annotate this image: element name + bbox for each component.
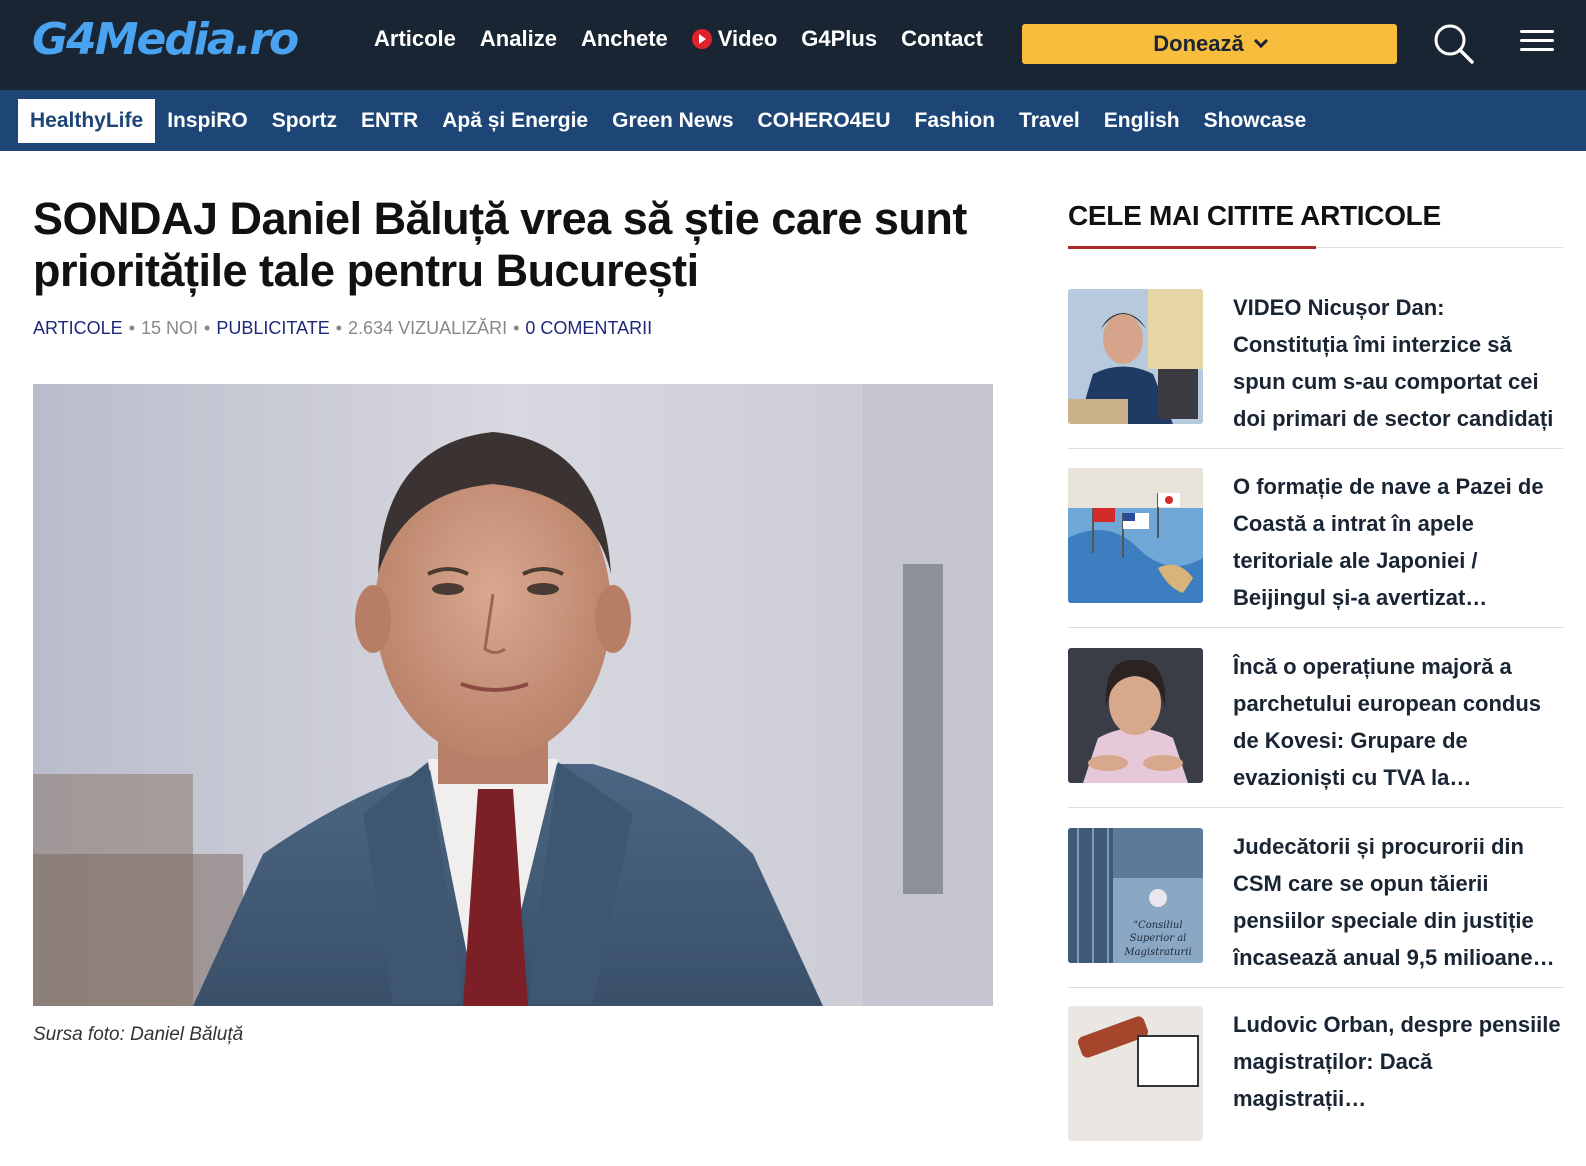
sidebar-title: CELE MAI CITITE ARTICOLE (1068, 200, 1441, 231)
article-hero-photo (33, 384, 993, 1006)
most-read-title[interactable]: Ludovic Orban, despre pensiile magistraț… (1233, 1006, 1563, 1154)
sidebar-title-accent (1068, 246, 1316, 249)
meta-comments-link[interactable]: 0 COMENTARII (525, 318, 652, 339)
photo-caption: Sursa foto: Daniel Băluță (33, 1024, 244, 1045)
chevron-down-icon (1253, 33, 1268, 49)
article-thumbnail[interactable]: "Consiliul Superior al Magistraturii (1068, 828, 1203, 963)
most-read-title[interactable]: O formație de nave a Pazei de Coastă a i… (1233, 468, 1563, 616)
thumb-inscription-line3: Magistraturii (1123, 947, 1191, 958)
meta-category-link[interactable]: ARTICOLE (33, 318, 123, 339)
section-nav-bar: HealthyLife InspiRO Sportz ENTR Apă și E… (0, 90, 1586, 151)
section-inspiro[interactable]: InspiRO (155, 99, 260, 143)
nav-g4plus[interactable]: G4Plus (801, 26, 877, 52)
thumb-inscription-line2: Superior al (1130, 933, 1187, 944)
nav-analize[interactable]: Analize (480, 26, 557, 52)
section-cohero4eu[interactable]: COHERO4EU (746, 99, 903, 143)
meta-separator: • (128, 318, 136, 338)
section-green-news[interactable]: Green News (600, 99, 745, 143)
article-thumbnail[interactable] (1068, 289, 1203, 424)
meta-separator: • (513, 318, 520, 338)
section-nav: HealthyLife InspiRO Sportz ENTR Apă și E… (18, 99, 1318, 143)
donate-button[interactable]: Donează (1022, 24, 1397, 64)
article-thumbnail[interactable] (1068, 468, 1203, 603)
nav-video-label: Video (717, 26, 778, 51)
meta-separator: • (204, 318, 211, 338)
section-travel[interactable]: Travel (1007, 99, 1092, 143)
site-logo[interactable]: G4Media.ro (32, 14, 299, 65)
most-read-item[interactable]: O formație de nave a Pazei de Coastă a i… (1068, 468, 1563, 628)
nav-video[interactable]: Video (691, 26, 778, 52)
article-meta: ARTICOLE • 15 NOI • PUBLICITATE • 2.634 … (33, 318, 652, 339)
nav-contact[interactable]: Contact (901, 26, 983, 52)
top-header: G4Media.ro Articole Analize Anchete Vide… (0, 0, 1586, 90)
meta-views: 2.634 VIZUALIZĂRI (348, 318, 508, 338)
nav-anchete[interactable]: Anchete (581, 26, 668, 52)
section-healthylife[interactable]: HealthyLife (18, 99, 156, 143)
section-sportz[interactable]: Sportz (260, 99, 349, 143)
nav-articole[interactable]: Articole (374, 26, 456, 52)
donate-label: Donează (1153, 31, 1244, 56)
section-apa-energie[interactable]: Apă și Energie (430, 99, 600, 143)
section-english[interactable]: English (1092, 99, 1192, 143)
search-icon[interactable] (1432, 22, 1476, 66)
article-title: SONDAJ Daniel Băluță vrea să știe care s… (33, 193, 967, 296)
most-read-title[interactable]: Încă o operațiune majoră a parchetului e… (1233, 648, 1563, 796)
meta-tag-link[interactable]: PUBLICITATE (216, 318, 329, 339)
most-read-item[interactable]: Încă o operațiune majoră a parchetului e… (1068, 648, 1563, 808)
meta-separator: • (335, 318, 343, 338)
most-read-item[interactable]: VIDEO Nicușor Dan: Constituția îmi inter… (1068, 289, 1563, 449)
section-entr[interactable]: ENTR (349, 99, 430, 143)
play-icon (691, 29, 712, 49)
most-read-item[interactable]: Ludovic Orban, despre pensiile magistraț… (1068, 1006, 1563, 1166)
portrait-illustration (33, 384, 993, 1006)
most-read-title[interactable]: VIDEO Nicușor Dan: Constituția îmi inter… (1233, 289, 1563, 437)
thumb-inscription-line1: "Consiliul (1133, 920, 1182, 931)
main-nav: Articole Analize Anchete Video G4Plus Co… (374, 26, 983, 52)
article-thumbnail[interactable] (1068, 648, 1203, 783)
most-read-item[interactable]: "Consiliul Superior al Magistraturii Jud… (1068, 828, 1563, 988)
article-thumbnail[interactable] (1068, 1006, 1203, 1141)
most-read-title[interactable]: Judecătorii și procurorii din CSM care s… (1233, 828, 1563, 976)
csm-building-thumb: "Consiliul Superior al Magistraturii (1068, 828, 1203, 963)
meta-date: 15 NOI (141, 318, 199, 338)
section-fashion[interactable]: Fashion (903, 99, 1008, 143)
hamburger-menu-icon[interactable] (1520, 30, 1554, 56)
section-showcase[interactable]: Showcase (1192, 99, 1319, 143)
